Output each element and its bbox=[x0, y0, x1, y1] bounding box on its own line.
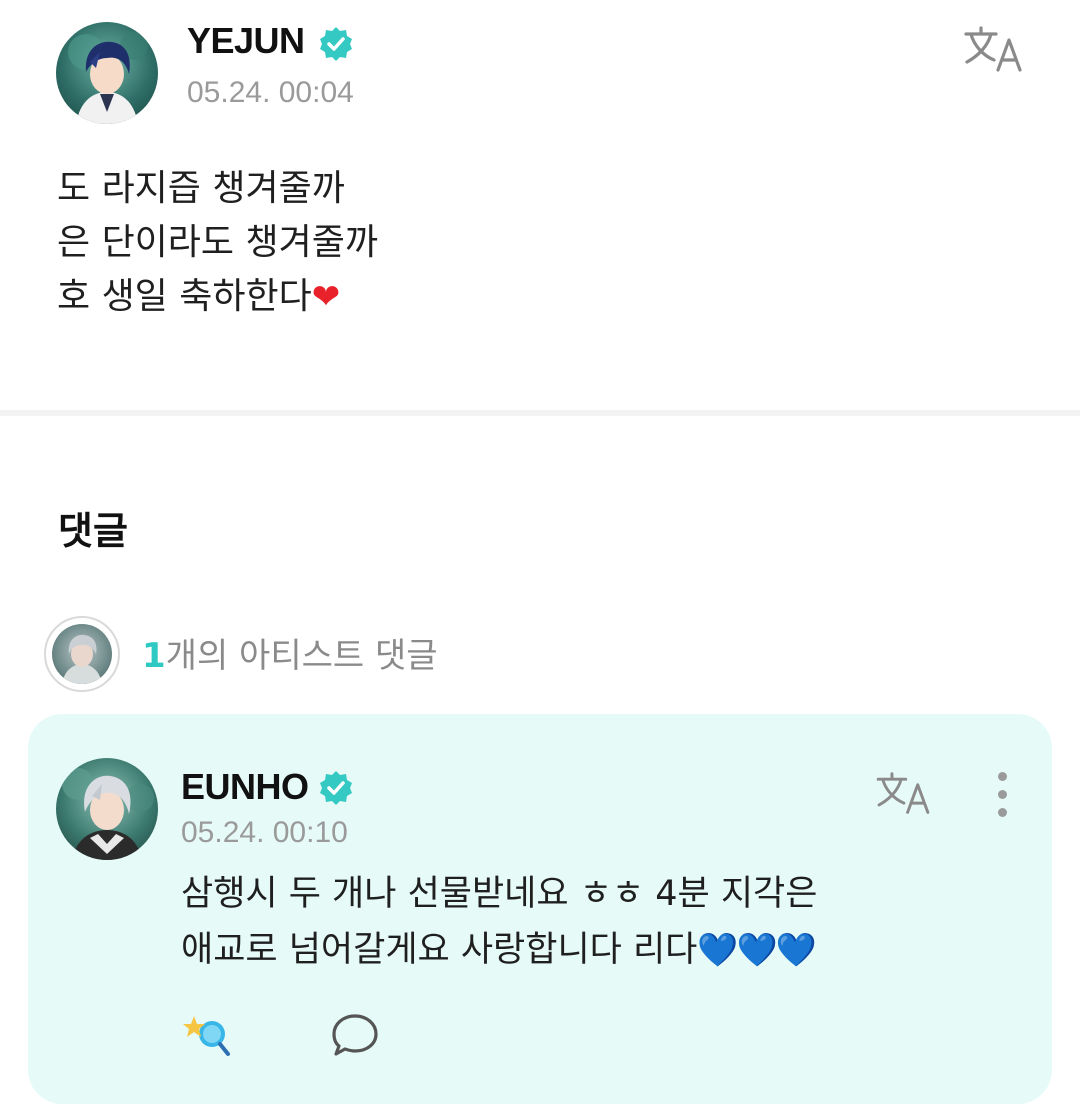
verified-badge-icon bbox=[320, 27, 352, 61]
avatar-illustration bbox=[62, 634, 102, 684]
avatar-illustration bbox=[68, 32, 148, 124]
comment-line: 애교로 넘어갈게요 사랑합니다 리다💙💙💙 bbox=[181, 922, 1021, 978]
commenter-name[interactable]: EUNHO bbox=[181, 766, 309, 808]
author-avatar[interactable] bbox=[56, 22, 158, 124]
artist-comment-count-text: 1개의 아티스트 댓글 bbox=[142, 628, 438, 677]
post-line: 호 생일 축하한다❤ bbox=[57, 270, 1017, 324]
artist-comment-summary[interactable]: 1개의 아티스트 댓글 bbox=[44, 616, 744, 692]
post-detail-page: YEJUN 05.24. 00:04 도 라지즙 챙겨줄까 은 단이라도 챙겨줄… bbox=[0, 0, 1080, 1118]
comment-timestamp: 05.24. 00:10 bbox=[181, 816, 348, 849]
star-like-icon[interactable] bbox=[180, 1010, 236, 1058]
more-options-icon[interactable] bbox=[990, 770, 1016, 820]
avatar-image bbox=[52, 624, 112, 684]
comment-line: 삼행시 두 개나 선물받네요 ㅎㅎ 4분 지각은 bbox=[181, 874, 818, 914]
translate-icon[interactable] bbox=[962, 24, 1024, 74]
post-timestamp: 05.24. 00:04 bbox=[187, 76, 354, 109]
artist-comment-count: 1 bbox=[142, 636, 166, 676]
comment-body: 삼행시 두 개나 선물받네요 ㅎㅎ 4분 지각은 애교로 넘어갈게요 사랑합니다… bbox=[181, 866, 1021, 978]
comment-line-text: 애교로 넘어갈게요 사랑합니다 리다 bbox=[181, 930, 698, 970]
post-line-text: 호 생일 축하한다 bbox=[57, 276, 312, 317]
avatar-illustration bbox=[62, 768, 154, 860]
reply-bubble-icon[interactable] bbox=[330, 1012, 380, 1058]
artist-comment-label: 개의 아티스트 댓글 bbox=[165, 636, 438, 676]
commenter-avatar[interactable] bbox=[56, 758, 158, 860]
translate-icon[interactable] bbox=[874, 770, 932, 816]
comments-heading: 댓글 bbox=[58, 509, 128, 553]
artist-summary-avatar bbox=[44, 616, 120, 692]
section-divider bbox=[0, 410, 1080, 416]
verified-badge-icon bbox=[320, 771, 352, 805]
red-heart-emoji: ❤ bbox=[311, 277, 341, 317]
blue-hearts-emoji: 💙💙💙 bbox=[697, 930, 816, 969]
post-line: 도 라지즙 챙겨줄까 bbox=[57, 168, 345, 209]
author-name[interactable]: YEJUN bbox=[187, 20, 305, 62]
post-line: 은 단이라도 챙겨줄까 bbox=[57, 222, 378, 263]
artist-comment-card: EUNHO 05.24. 00:10 삼행시 두 개나 선물받네요 ㅎㅎ 4분 … bbox=[28, 714, 1052, 1104]
post-body: 도 라지즙 챙겨줄까 은 단이라도 챙겨줄까 호 생일 축하한다❤ bbox=[57, 162, 1017, 324]
